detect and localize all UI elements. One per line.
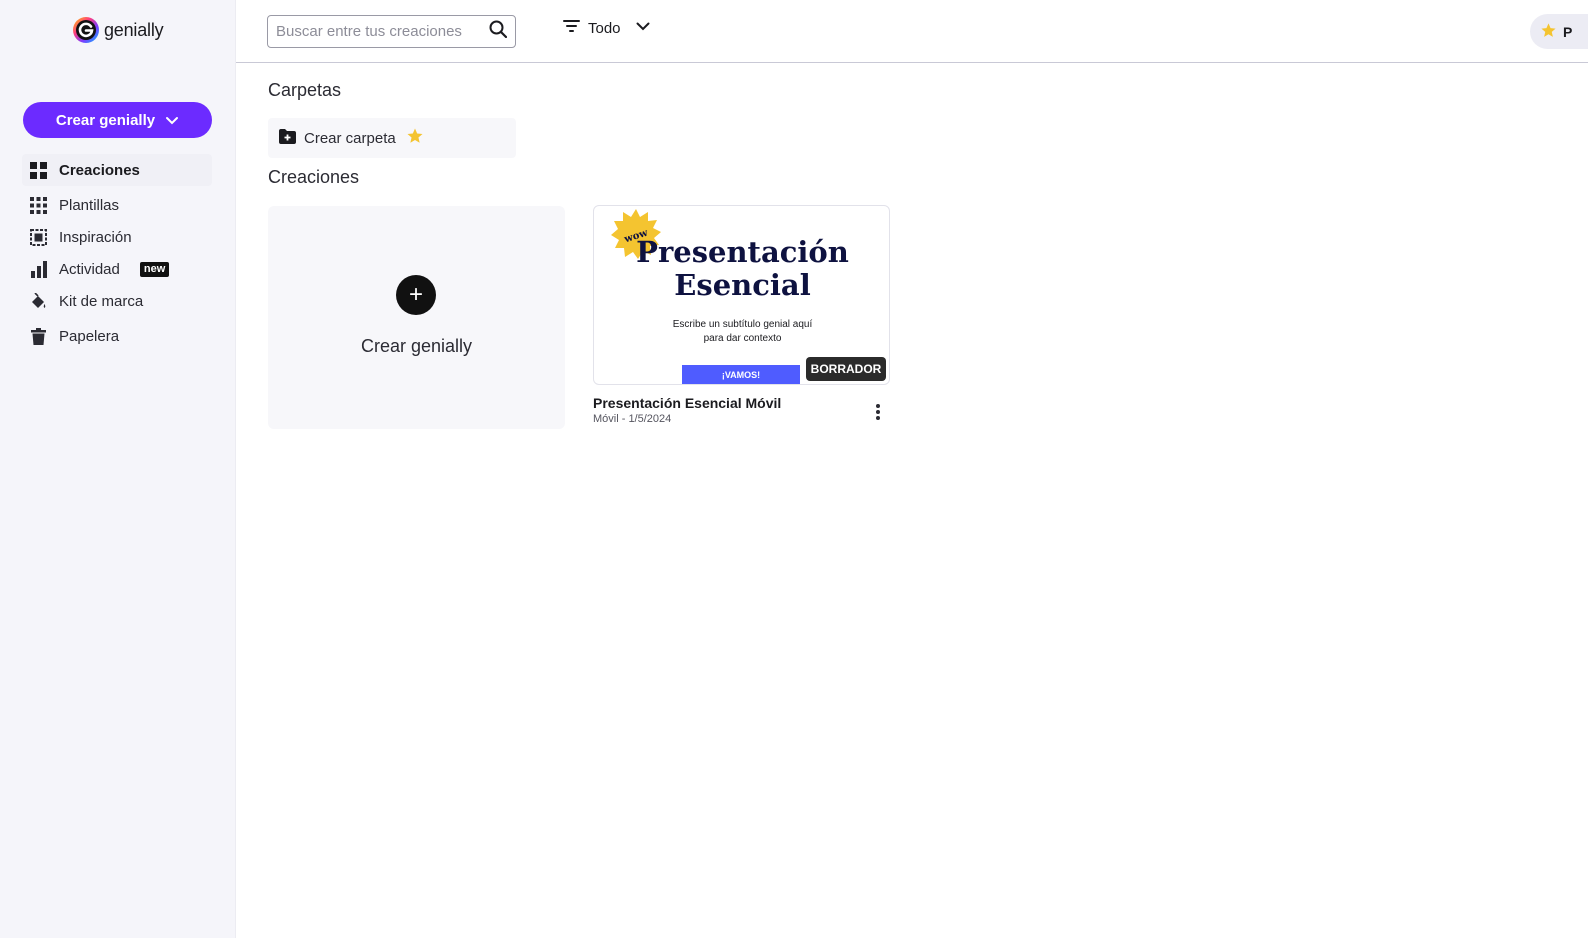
creation-name[interactable]: Presentación Esencial Móvil — [593, 395, 781, 411]
dots-grid-icon — [30, 196, 47, 214]
trash-icon — [30, 327, 47, 345]
star-icon — [406, 127, 424, 149]
chevron-down-icon — [165, 113, 179, 127]
sidebar: genially Crear genially Creaciones Plant… — [0, 0, 236, 938]
thumbnail-subtitle: Escribe un subtítulo genial aquí para da… — [594, 318, 889, 346]
thumbnail-title: Presentación Esencial — [594, 235, 889, 302]
create-genially-button[interactable]: Crear genially — [23, 102, 212, 138]
thumbnail-subtitle-line: para dar contexto — [703, 333, 782, 344]
sidebar-item-actividad[interactable]: Actividad new — [22, 253, 212, 285]
sidebar-item-creaciones[interactable]: Creaciones — [22, 154, 212, 186]
sidebar-item-kit-de-marca[interactable]: Kit de marca — [22, 285, 212, 317]
sidebar-item-inspiracion[interactable]: Inspiración — [22, 221, 212, 253]
brand-logo[interactable]: genially — [72, 16, 164, 44]
brand-name: genially — [104, 19, 164, 40]
chevron-down-icon — [635, 18, 651, 38]
premium-button[interactable]: P — [1530, 14, 1588, 49]
sidebar-item-plantillas[interactable]: Plantillas — [22, 189, 212, 221]
thumbnail-cta: ¡VAMOS! — [682, 365, 800, 384]
status-badge: BORRADOR — [806, 357, 886, 381]
gallery-icon — [30, 228, 47, 246]
create-folder-button[interactable]: Crear carpeta — [268, 118, 516, 158]
search-icon[interactable] — [489, 20, 508, 43]
paint-bucket-icon — [30, 292, 47, 310]
sidebar-item-label: Kit de marca — [59, 292, 144, 310]
new-badge: new — [139, 261, 170, 277]
sidebar-item-papelera[interactable]: Papelera — [22, 320, 212, 352]
create-genially-label: Crear genially — [55, 111, 156, 129]
plus-icon: + — [396, 275, 436, 315]
sidebar-item-label: Inspiración — [59, 228, 132, 246]
folders-title: Carpetas — [268, 80, 342, 100]
create-genially-card[interactable]: + Crear genially — [268, 206, 565, 429]
search-box — [267, 15, 516, 48]
creation-thumbnail[interactable]: wow Presentación Esencial Escribe un sub… — [593, 205, 890, 385]
thumbnail-title-line: Esencial — [674, 268, 811, 302]
thumbnail-title-line: Presentación — [636, 235, 849, 269]
create-folder-label: Crear carpeta — [304, 129, 396, 147]
genially-logo-icon — [72, 16, 100, 44]
more-options-icon[interactable] — [868, 400, 888, 424]
star-icon — [1540, 22, 1557, 42]
creations-title: Creaciones — [268, 167, 360, 187]
create-card-label: Crear genially — [360, 336, 473, 356]
filter-icon — [563, 19, 580, 37]
creation-meta: Móvil - 1/5/2024 — [593, 413, 672, 425]
folder-plus-icon — [279, 128, 296, 148]
sidebar-item-label: Papelera — [59, 327, 120, 345]
sidebar-item-label: Plantillas — [59, 196, 120, 214]
premium-label: P — [1563, 23, 1573, 40]
bar-chart-icon — [30, 260, 47, 278]
thumbnail-subtitle-line: Escribe un subtítulo genial aquí — [672, 319, 813, 330]
sidebar-item-label: Actividad — [59, 260, 120, 278]
grid-icon — [30, 161, 47, 179]
filter-label: Todo — [588, 19, 621, 37]
sidebar-item-label: Creaciones — [59, 161, 140, 179]
search-input[interactable] — [276, 23, 489, 40]
filter-dropdown[interactable]: Todo — [563, 18, 651, 38]
top-bar: Todo P — [236, 0, 1588, 63]
